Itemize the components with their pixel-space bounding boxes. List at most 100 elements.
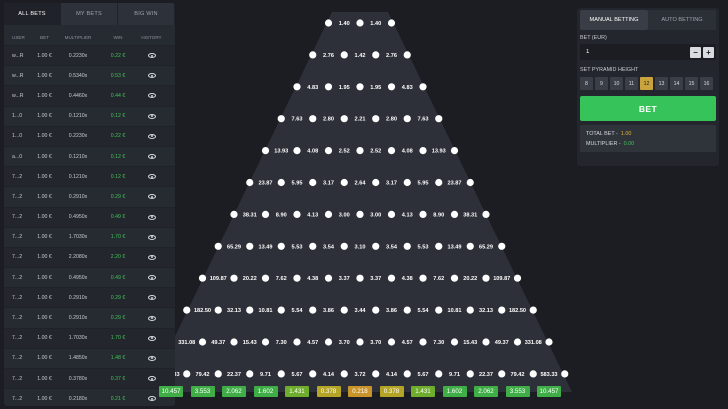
pyramid-height-label: SET PYRAMID HEIGHT [580,67,639,73]
height-option-15[interactable]: 15 [685,77,698,90]
table-row: 7...2 1.00 € 0.4950x 0.49 € [4,207,175,228]
peg-multiplier-label: 2.64 [355,181,367,187]
peg [372,306,380,314]
peg-multiplier-label: 182.50 [194,308,211,314]
eye-icon[interactable] [147,93,156,99]
column-history: HISTORY [141,34,162,40]
peg [435,178,443,187]
multiplier-cell: 2.2080x [68,254,88,261]
bet-cell: 1.00 € [37,173,52,180]
peg-multiplier-label: 4.08 [307,149,318,155]
win-cell: 0.49 € [110,214,126,221]
peg-multiplier-label: 4.14 [386,372,398,378]
peg-multiplier-label: 4.83 [402,85,413,91]
decrease-bet-button[interactable]: − [690,46,701,58]
peg [450,147,459,155]
height-option-14[interactable]: 14 [670,77,683,90]
height-option-13[interactable]: 13 [655,77,668,90]
peg-multiplier-label: 7.63 [418,117,429,123]
peg [435,306,443,314]
peg [277,242,285,250]
bets-panel: ALL BETS MY BETS BIG WIN USER BET MULTIP… [4,3,175,406]
bets-tabs: ALL BETS MY BETS BIG WIN [4,3,175,25]
peg [450,338,459,346]
peg [356,19,364,27]
user-cell: 7...2 [12,294,23,301]
peg-multiplier-label: 3.17 [323,181,334,187]
eye-icon[interactable] [147,315,156,321]
height-option-9[interactable]: 9 [595,77,608,90]
multiplier-cell: 1.4850x [68,355,88,362]
peg-multiplier-label: 32.13 [227,308,241,314]
height-option-10[interactable]: 10 [610,77,623,90]
user-cell: 7...2 [12,315,23,322]
peg-multiplier-label: 15.43 [243,340,257,346]
peg [293,83,301,91]
peg-multiplier-label: 109.87 [210,276,227,282]
peg-multiplier-label: 2.76 [323,53,334,59]
eye-icon[interactable] [147,154,156,160]
peg [435,370,443,378]
height-option-11[interactable]: 11 [625,77,638,90]
peg-multiplier-label: 3.37 [370,276,381,282]
bet-cell: 1.00 € [37,214,52,221]
multiplier-bucket: 1.602 [253,386,278,397]
bet-amount-label: BET (EUR) [580,35,607,41]
eye-icon[interactable] [147,275,156,281]
tab-big-win[interactable]: BIG WIN [118,3,175,25]
peg [277,306,285,314]
eye-icon[interactable] [147,396,156,402]
peg-multiplier-label: 22.37 [479,372,493,378]
peg [466,242,474,250]
eye-icon[interactable] [147,254,156,260]
eye-icon[interactable] [147,376,156,382]
eye-icon[interactable] [147,355,156,361]
peg [482,338,490,346]
bet-button[interactable]: BET [580,96,716,121]
peg-multiplier-label: 65.29 [479,244,493,250]
multiplier-bucket: 10.457 [537,386,561,397]
peg-multiplier-label: 3.10 [355,244,366,250]
eye-icon[interactable] [147,113,156,119]
height-option-12[interactable]: 12 [640,77,653,90]
peg [214,370,222,378]
height-option-8[interactable]: 8 [580,77,593,90]
eye-icon[interactable] [147,194,156,200]
eye-icon[interactable] [147,53,156,59]
multiplier-cell: 0.5340x [68,72,88,79]
peg-multiplier-label: 3.37 [339,276,350,282]
win-cell: 0.44 € [110,92,126,99]
peg [309,306,317,314]
peg [340,370,348,378]
multiplier-cell: 0.3780x [68,375,88,382]
eye-icon[interactable] [147,214,156,220]
height-option-16[interactable]: 16 [700,77,713,90]
peg-multiplier-label: 331.08 [525,340,542,346]
eye-icon[interactable] [147,295,156,301]
eye-icon[interactable] [147,335,156,341]
peg-multiplier-label: 8.90 [276,212,287,218]
bet-cell: 1.00 € [37,395,52,402]
user-cell: 7...2 [12,234,23,241]
multiplier-bucket: 0.378 [316,386,341,397]
eye-icon[interactable] [147,234,156,240]
peg [183,370,191,378]
eye-icon[interactable] [147,174,156,180]
history-cell [138,234,165,240]
tab-all-bets[interactable]: ALL BETS [4,3,61,25]
eye-icon[interactable] [147,133,156,139]
tab-manual-betting[interactable]: MANUAL BETTING [580,10,648,30]
peg-multiplier-label: 1.40 [339,21,350,27]
increase-bet-button[interactable]: + [703,46,714,58]
tab-auto-betting[interactable]: AUTO BETTING [648,10,716,30]
bet-amount-input[interactable] [580,44,690,60]
peg [529,306,537,314]
peg [277,178,285,187]
peg-multiplier-label: 5.95 [292,181,303,187]
total-bet-value: 1.00 [620,131,632,137]
tab-my-bets[interactable]: MY BETS [61,3,118,25]
peg [261,338,270,346]
eye-icon[interactable] [147,73,156,79]
win-cell: 0.29 € [110,315,126,322]
multiplier-bucket: 1.431 [411,386,435,397]
